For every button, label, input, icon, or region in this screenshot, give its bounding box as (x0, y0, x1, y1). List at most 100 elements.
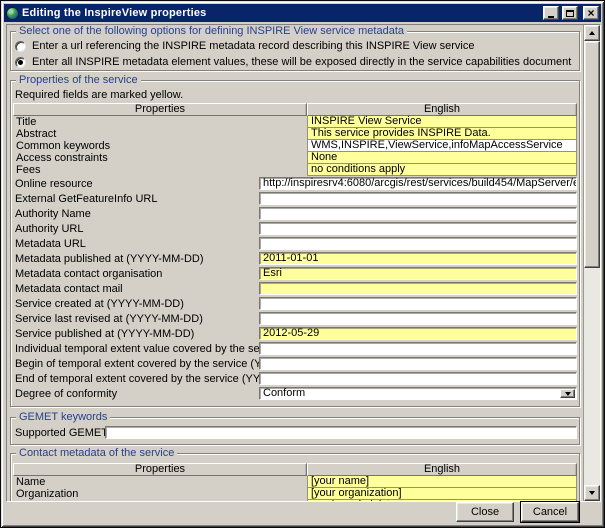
cell-value[interactable]: [your organization] (307, 488, 577, 500)
dropdown-button[interactable] (560, 389, 575, 398)
cell-label: Abstract (13, 128, 307, 140)
scroll-pane: Select one of the following options for … (6, 24, 601, 502)
field-value: 2012-05-29 (263, 328, 319, 339)
gemet-group-title: GEMET keywords (16, 411, 110, 423)
field-label: Authority Name (13, 208, 259, 220)
radio-all-values[interactable] (15, 57, 26, 68)
cell-value[interactable]: no conditions apply (307, 164, 577, 176)
field-label: Service last revised at (YYYY-MM-DD) (13, 313, 259, 325)
cell-label: Access constraints (13, 152, 307, 164)
online-resource-input[interactable]: http://inspiresrv4:6080/arcgis/rest/serv… (259, 177, 577, 190)
field-row-end-temporal-extent: End of temporal extent covered by the se… (13, 371, 577, 386)
field-value: Esri (263, 268, 282, 279)
service-published-input[interactable]: 2012-05-29 (259, 327, 577, 340)
field-row-service-created: Service created at (YYYY-MM-DD) (13, 296, 577, 311)
cell-label: Common keywords (13, 140, 307, 152)
chevron-down-icon (589, 491, 595, 495)
field-label: Service created at (YYYY-MM-DD) (13, 298, 259, 310)
header-properties: Properties (13, 103, 307, 116)
radio-all-values-label: Enter all INSPIRE metadata element value… (32, 56, 571, 68)
service-table-header: Properties English (13, 103, 577, 116)
table-row-name: Name [your name] (13, 476, 577, 488)
field-row-service-published: Service published at (YYYY-MM-DD) 2012-0… (13, 326, 577, 341)
minimize-icon (548, 16, 554, 18)
field-row-metadata-url: Metadata URL (13, 236, 577, 251)
cell-value[interactable]: [your name] (307, 476, 577, 488)
field-label: External GetFeatureInfo URL (13, 193, 259, 205)
globe-app-icon (6, 7, 19, 20)
close-window-button[interactable]: × (583, 6, 599, 20)
table-row-title: Title INSPIRE View Service (13, 116, 577, 128)
field-label: Supported GEMET themes (13, 427, 105, 439)
individual-temporal-extent-input[interactable] (259, 342, 577, 355)
radio-row-url[interactable]: Enter a url referencing the INSPIRE meta… (15, 38, 573, 54)
table-row-fees: Fees no conditions apply (13, 164, 577, 176)
degree-of-conformity-combobox[interactable]: Conform (259, 387, 577, 400)
field-label: Metadata contact mail (13, 283, 259, 295)
cancel-button[interactable]: Cancel (521, 502, 579, 522)
title-bar[interactable]: Editing the InspireView properties × (4, 4, 601, 22)
authority-url-input[interactable] (259, 222, 577, 235)
radio-row-all-values[interactable]: Enter all INSPIRE metadata element value… (15, 54, 573, 70)
close-icon: × (587, 8, 594, 18)
scrollbar-thumb[interactable] (584, 41, 600, 268)
authority-name-input[interactable] (259, 207, 577, 220)
cell-label: Organization (13, 488, 307, 500)
close-button[interactable]: Close (456, 502, 514, 522)
options-group-title: Select one of the following options for … (16, 25, 407, 37)
field-row-service-last-revised: Service last revised at (YYYY-MM-DD) (13, 311, 577, 326)
field-row-authority-name: Authority Name (13, 206, 577, 221)
service-properties-groupbox: Properties of the service Required field… (10, 80, 580, 407)
service-group-title: Properties of the service (16, 74, 141, 86)
field-label: Metadata published at (YYYY-MM-DD) (13, 253, 259, 265)
vertical-scrollbar[interactable] (583, 25, 600, 501)
end-temporal-extent-input[interactable] (259, 372, 577, 385)
field-label: End of temporal extent covered by the se… (13, 373, 259, 385)
cell-label: Title (13, 116, 307, 128)
contact-table-header: Properties English (13, 463, 577, 476)
dialog-window: Editing the InspireView properties × Sel… (0, 0, 605, 528)
metadata-contact-organisation-input[interactable]: Esri (259, 267, 577, 280)
combobox-value: Conform (263, 388, 305, 399)
table-row-common-keywords: Common keywords WMS,INSPIRE,ViewService,… (13, 140, 577, 152)
cell-value[interactable]: WMS,INSPIRE,ViewService,infoMapAccessSer… (307, 140, 577, 152)
field-row-metadata-published: Metadata published at (YYYY-MM-DD) 2011-… (13, 251, 577, 266)
field-label: Authority URL (13, 223, 259, 235)
field-label: Service published at (YYYY-MM-DD) (13, 328, 259, 340)
dialog-content: Select one of the following options for … (7, 25, 583, 501)
field-row-begin-temporal-extent: Begin of temporal extent covered by the … (13, 356, 577, 371)
chevron-up-icon (589, 31, 595, 35)
scroll-up-button[interactable] (584, 25, 600, 41)
metadata-url-input[interactable] (259, 237, 577, 250)
minimize-button[interactable] (543, 6, 559, 20)
service-created-input[interactable] (259, 297, 577, 310)
contact-metadata-groupbox: Contact metadata of the service Properti… (10, 453, 580, 501)
begin-temporal-extent-input[interactable] (259, 357, 577, 370)
external-getfeatureinfo-url-input[interactable] (259, 192, 577, 205)
radio-url-label: Enter a url referencing the INSPIRE meta… (32, 40, 474, 52)
cell-value[interactable]: INSPIRE View Service (307, 116, 577, 128)
cell-value[interactable]: None (307, 152, 577, 164)
table-row-organization: Organization [your organization] (13, 488, 577, 500)
contact-group-title: Contact metadata of the service (16, 447, 177, 459)
metadata-published-input[interactable]: 2011-01-01 (259, 252, 577, 265)
field-row-external-getfeatureinfo-url: External GetFeatureInfo URL (13, 191, 577, 206)
required-fields-note: Required fields are marked yellow. (13, 89, 577, 102)
cell-value[interactable]: This service provides INSPIRE Data. (307, 128, 577, 140)
radio-url-metadata[interactable] (15, 41, 26, 52)
metadata-contact-mail-input[interactable] (259, 282, 577, 295)
field-row-gemet-themes: Supported GEMET themes (13, 425, 577, 440)
service-last-revised-input[interactable] (259, 312, 577, 325)
field-value: http://inspiresrv4:6080/arcgis/rest/serv… (263, 178, 576, 189)
button-bar: Close Cancel (4, 500, 601, 524)
table-row-access-constraints: Access constraints None (13, 152, 577, 164)
maximize-icon (566, 10, 574, 17)
metadata-options-groupbox: Select one of the following options for … (10, 31, 580, 71)
scroll-down-button[interactable] (584, 485, 600, 501)
maximize-button[interactable] (562, 6, 578, 20)
field-row-authority-url: Authority URL (13, 221, 577, 236)
header-properties: Properties (13, 463, 307, 476)
supported-gemet-themes-input[interactable] (105, 426, 577, 439)
field-row-individual-temporal-extent: Individual temporal extent value covered… (13, 341, 577, 356)
gemet-keywords-groupbox: GEMET keywords Supported GEMET themes (10, 417, 580, 445)
